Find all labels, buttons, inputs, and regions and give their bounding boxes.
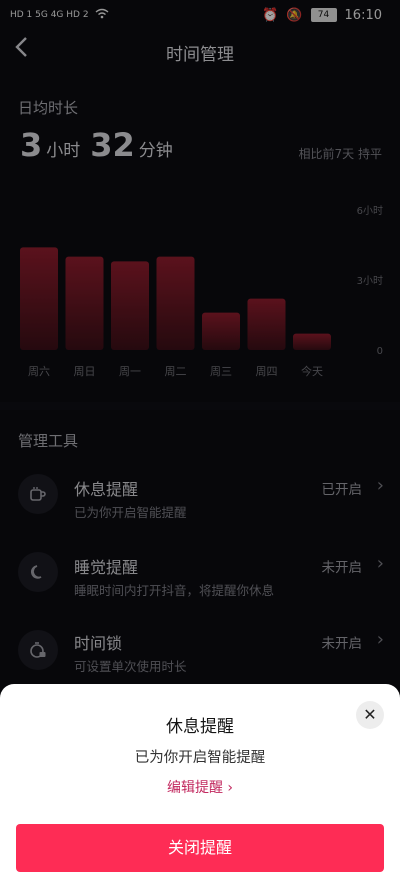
sheet-subtitle: 已为你开启智能提醒 <box>134 750 266 766</box>
close-reminder-button[interactable]: 关闭提醒 <box>16 824 384 872</box>
chevron-right-icon: › <box>227 780 234 796</box>
sheet-title: 休息提醒 <box>166 717 234 737</box>
edit-reminder-label: 编辑提醒 <box>166 780 223 796</box>
edit-reminder-link[interactable]: 编辑提醒 › <box>0 777 400 797</box>
rest-reminder-sheet: ✕ 休息提醒 已为你开启智能提醒 编辑提醒 › 关闭提醒 <box>0 684 400 888</box>
